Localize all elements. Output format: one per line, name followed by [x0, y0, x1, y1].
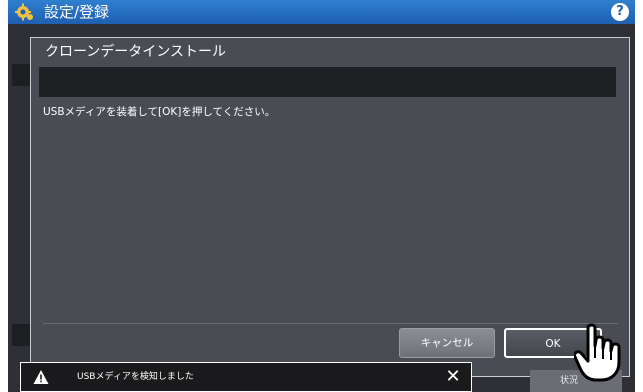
- divider: [43, 323, 618, 324]
- warning-icon: [33, 370, 49, 384]
- clone-install-dialog: クローンデータインストール USBメディアを装着して[OK]を押してください。 …: [30, 37, 630, 377]
- notification-bar: USBメディアを検知しました ✕: [20, 362, 472, 392]
- page-title: 設定/登録: [44, 3, 110, 21]
- dialog-message: USBメディアを装着して[OK]を押してください。: [43, 106, 276, 118]
- close-icon[interactable]: ✕: [444, 366, 462, 388]
- help-button[interactable]: ?: [611, 3, 629, 21]
- hand-pointer-icon: [574, 323, 621, 382]
- header-bar: 設定/登録 ?: [8, 0, 635, 24]
- background-panel: [12, 64, 30, 86]
- notification-text: USBメディアを検知しました: [77, 372, 194, 382]
- status-area: [39, 67, 616, 97]
- gear-icon: [15, 3, 33, 21]
- screen: 設定/登録 ? クローンデータインストール USBメディアを装着して[OK]を押…: [8, 0, 635, 392]
- cancel-button[interactable]: キャンセル: [399, 328, 495, 358]
- dialog-title: クローンデータインストール: [45, 44, 227, 60]
- background-panel: [12, 324, 30, 346]
